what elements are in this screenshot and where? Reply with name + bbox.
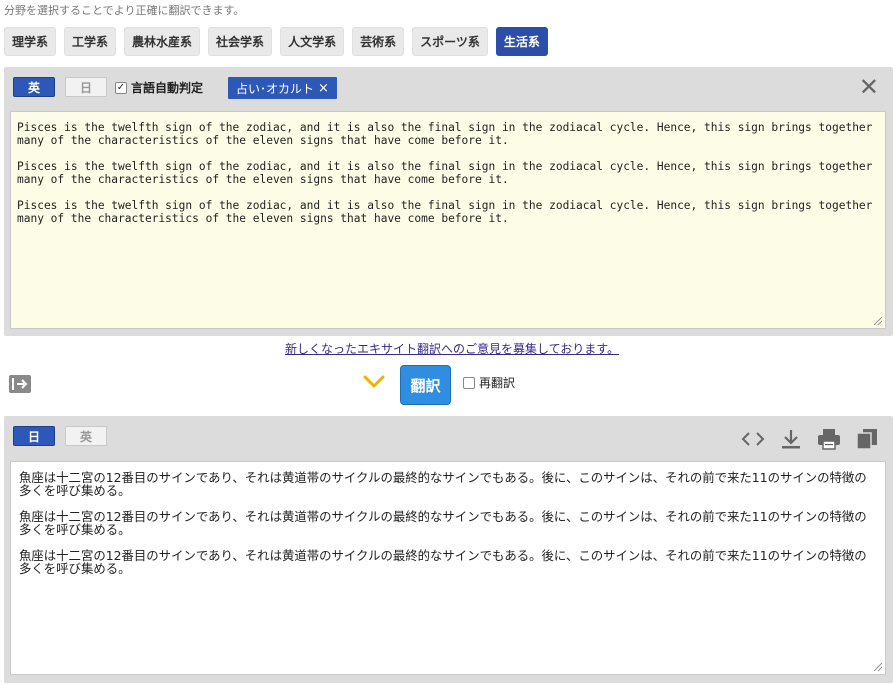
translate-button[interactable]: 翻訳: [400, 365, 451, 405]
source-lang-english-button[interactable]: 英: [13, 77, 55, 97]
resize-handle[interactable]: [874, 317, 882, 325]
download-icon[interactable]: [779, 428, 803, 450]
category-science[interactable]: 理学系: [4, 27, 57, 56]
resize-handle[interactable]: [874, 663, 882, 671]
category-bar: 理学系 工学系 農林水産系 社会学系 人文学系 芸術系 スポーツ系 生活系: [4, 27, 548, 56]
target-panel: 日 英 魚座は十二宮の12番目のサインであり、それは黄道帯のサイクルの最終的なサ…: [4, 416, 893, 683]
target-paragraph: 魚座は十二宮の12番目のサインであり、それは黄道帯のサイクルの最終的なサインでも…: [19, 470, 867, 498]
source-paragraph: Pisces is the twelfth sign of the zodiac…: [17, 160, 873, 186]
source-lang-japanese-button[interactable]: 日: [65, 77, 107, 97]
category-agriculture[interactable]: 農林水産系: [124, 27, 201, 56]
feedback-link[interactable]: 新しくなったエキサイト翻訳へのご意見を募集しております。: [285, 340, 619, 357]
category-humanities[interactable]: 人文学系: [280, 27, 345, 56]
retranslate-label: 再翻訳: [479, 376, 516, 390]
swap-direction-icon[interactable]: [9, 375, 31, 393]
retranslate-checkbox[interactable]: [463, 376, 475, 389]
code-icon[interactable]: [741, 428, 765, 450]
auto-detect-label: 言語自動判定: [131, 81, 204, 95]
category-arts[interactable]: 芸術系: [352, 27, 405, 56]
source-paragraph: Pisces is the twelfth sign of the zodiac…: [17, 199, 873, 225]
source-paragraph: Pisces is the twelfth sign of the zodiac…: [17, 121, 873, 147]
domain-tag[interactable]: 占い･オカルト ×: [228, 77, 337, 99]
chevron-down-icon[interactable]: [362, 374, 386, 390]
clear-source-icon[interactable]: ✕: [859, 75, 879, 99]
category-sociology[interactable]: 社会学系: [208, 27, 273, 56]
print-icon[interactable]: [817, 428, 841, 450]
source-panel: 英 日 ✓ 言語自動判定 占い･オカルト × ✕ Pisces is the t…: [4, 67, 893, 336]
domain-tag-label: 占い･オカルト: [236, 81, 315, 96]
copy-icon[interactable]: [855, 428, 879, 450]
retranslate-toggle[interactable]: 再翻訳: [463, 374, 515, 391]
category-hint: 分野を選択することでより正確に翻訳できます。: [4, 4, 245, 17]
output-toolbar: [741, 428, 879, 450]
target-paragraph: 魚座は十二宮の12番目のサインであり、それは黄道帯のサイクルの最終的なサインでも…: [19, 509, 867, 537]
auto-detect-toggle[interactable]: ✓ 言語自動判定: [115, 79, 203, 96]
category-lifestyle[interactable]: 生活系: [495, 27, 548, 56]
target-paragraph: 魚座は十二宮の12番目のサインであり、それは黄道帯のサイクルの最終的なサインでも…: [19, 548, 867, 576]
source-textarea[interactable]: Pisces is the twelfth sign of the zodiac…: [10, 111, 886, 329]
target-lang-japanese-button[interactable]: 日: [13, 426, 55, 446]
category-engineering[interactable]: 工学系: [64, 27, 117, 56]
remove-tag-icon[interactable]: ×: [318, 81, 329, 96]
target-lang-english-button[interactable]: 英: [65, 426, 107, 446]
category-sports[interactable]: スポーツ系: [412, 27, 488, 56]
target-textarea[interactable]: 魚座は十二宮の12番目のサインであり、それは黄道帯のサイクルの最終的なサインでも…: [10, 461, 886, 675]
auto-detect-checkbox[interactable]: ✓: [115, 81, 127, 94]
